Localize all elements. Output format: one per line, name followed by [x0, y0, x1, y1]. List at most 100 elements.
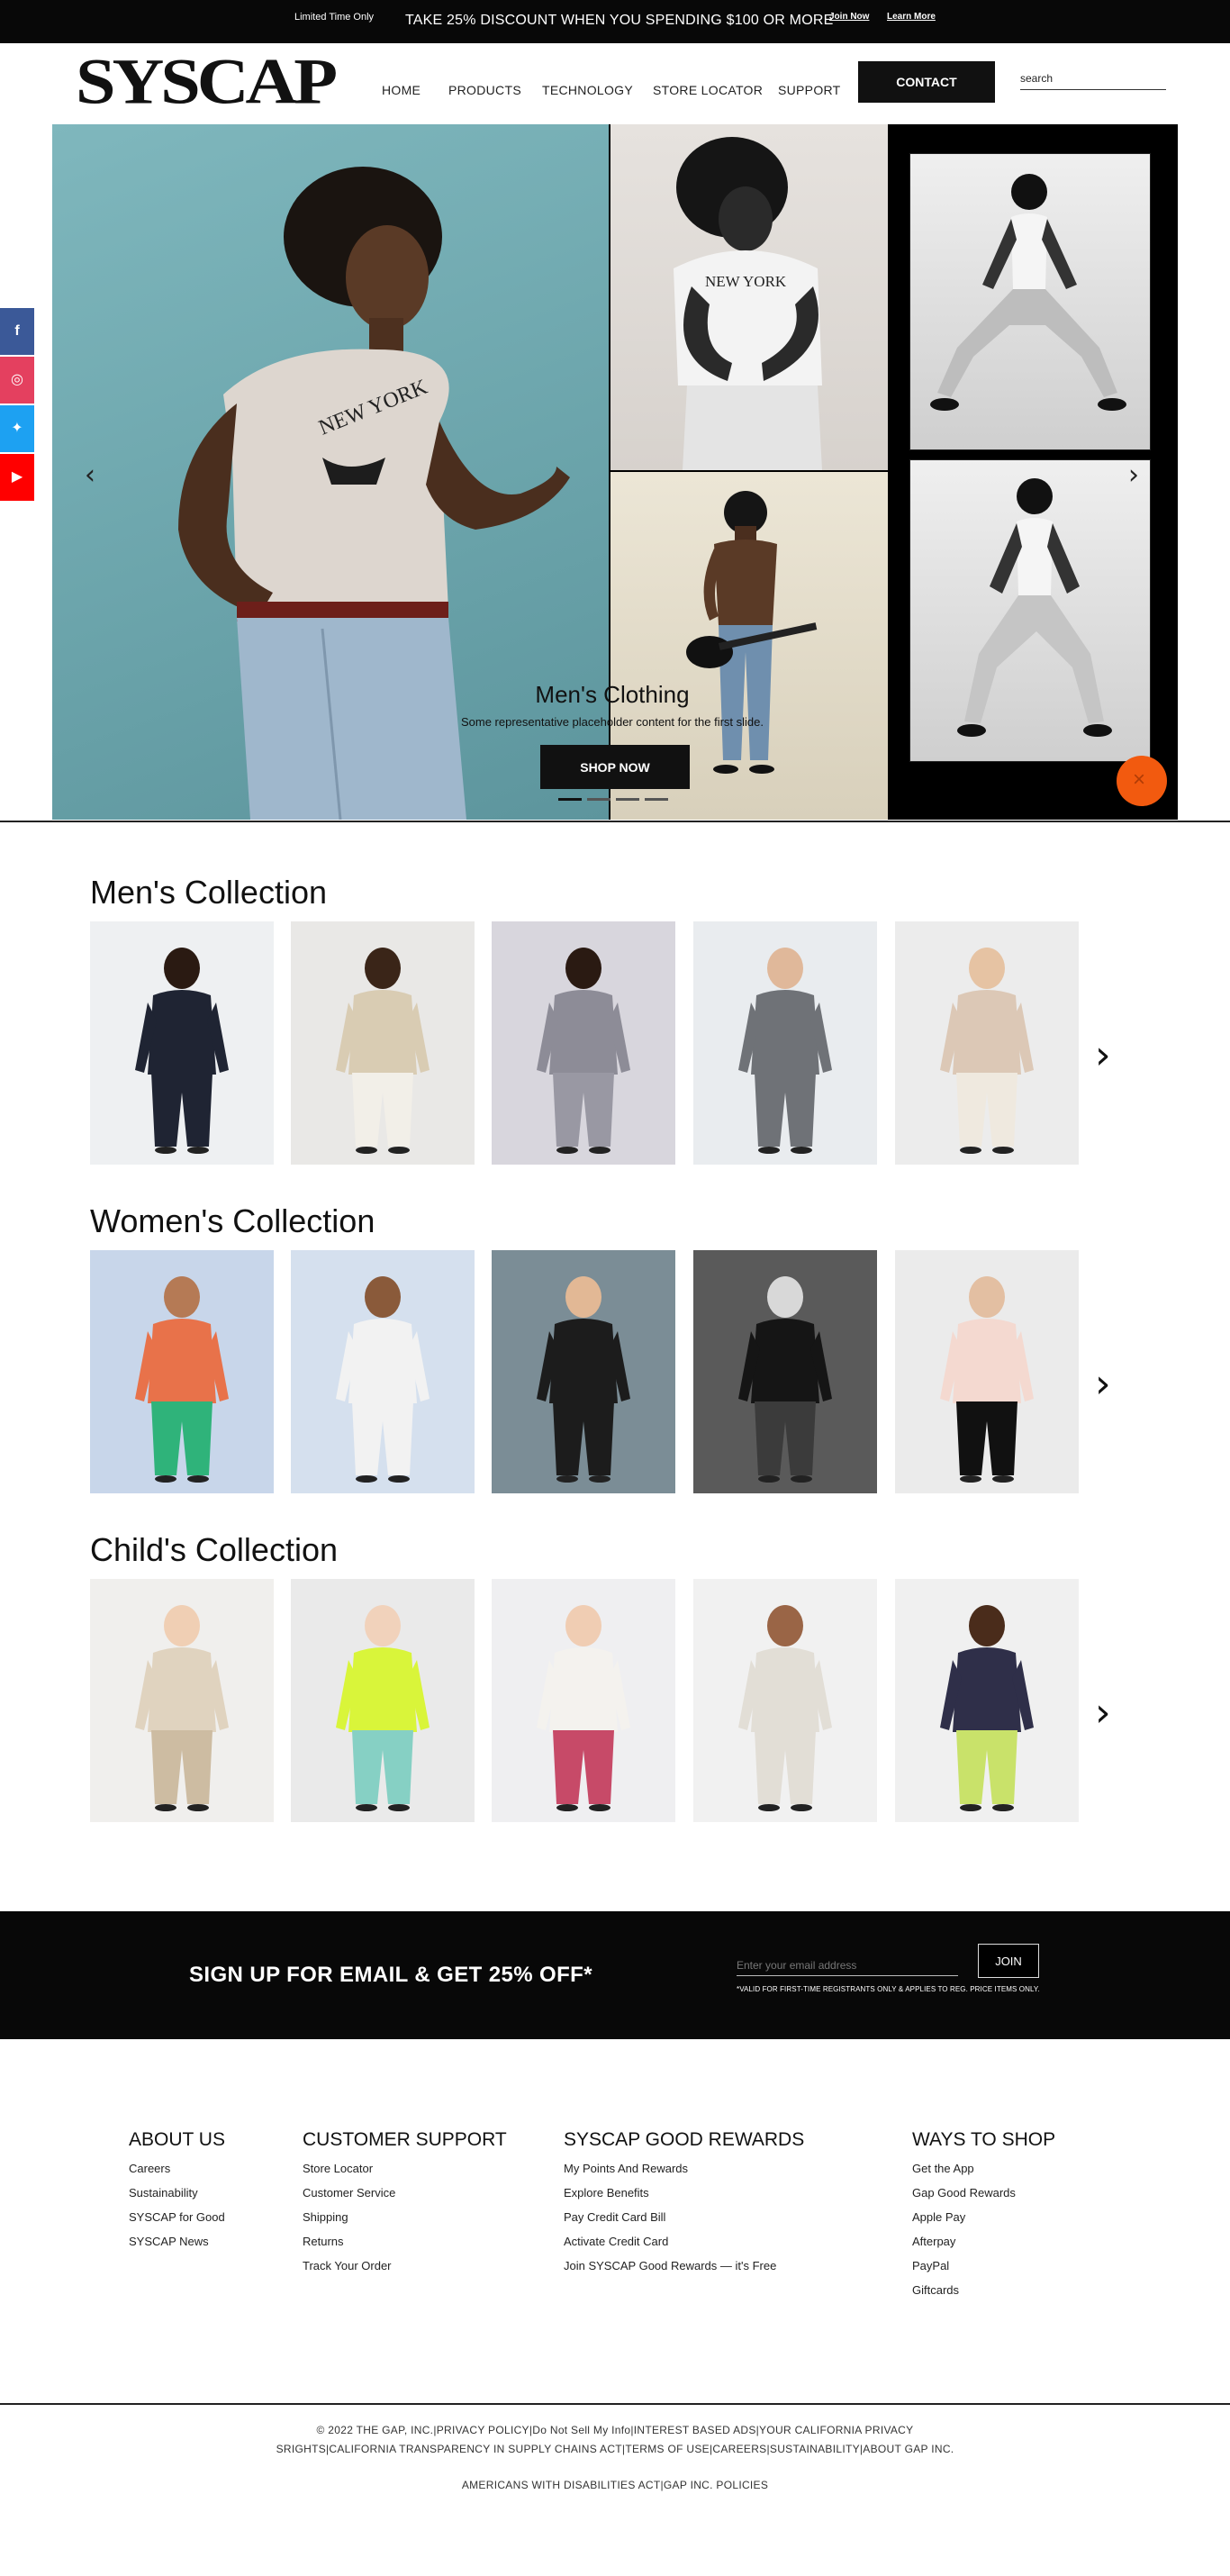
site-logo[interactable]: SYSCAP	[76, 49, 338, 115]
mens-collection-title: Men's Collection	[90, 874, 327, 911]
product-photo	[940, 948, 1034, 1154]
product-photo	[135, 948, 229, 1154]
carousel-indicator-1[interactable]	[558, 798, 582, 801]
footer-ways-link[interactable]: Gap Good Rewards	[912, 2186, 1016, 2200]
mens-product-card[interactable]	[693, 921, 877, 1165]
womens-product-card[interactable]	[492, 1250, 675, 1493]
womens-collection-next-icon[interactable]: ›	[1095, 1365, 1111, 1404]
footer-rewards-link[interactable]: Explore Benefits	[564, 2186, 649, 2200]
product-photo	[336, 948, 430, 1154]
facebook-icon[interactable]: f	[0, 308, 34, 355]
footer-ways-title: WAYS TO SHOP	[912, 2129, 1056, 2150]
promo-limited-text: Limited Time Only	[294, 12, 375, 23]
carousel-prev-icon[interactable]: ‹	[85, 459, 95, 491]
carousel-next-icon[interactable]: ›	[1128, 459, 1139, 491]
product-photo	[135, 1276, 229, 1483]
footer-about-title: ABOUT US	[129, 2129, 225, 2150]
promo-learn-link[interactable]: Learn More	[887, 12, 936, 22]
product-photo	[135, 1605, 229, 1811]
footer-ways-link[interactable]: Giftcards	[912, 2283, 959, 2297]
womens-collection-title: Women's Collection	[90, 1202, 375, 1239]
footer-support-link[interactable]: Returns	[303, 2235, 344, 2248]
legal-line-3[interactable]: AMERICANS WITH DISABILITIES ACT|GAP INC.…	[0, 2479, 1230, 2491]
close-icon: ×	[1133, 767, 1146, 792]
email-field[interactable]	[737, 1955, 958, 1976]
mens-product-card[interactable]	[895, 921, 1079, 1165]
promo-offer-text: TAKE 25% DISCOUNT WHEN YOU SPENDING $100…	[405, 13, 834, 28]
product-photo	[336, 1605, 430, 1811]
childs-product-card[interactable]	[90, 1579, 274, 1822]
hero-caption-title: Men's Clothing	[535, 681, 690, 708]
mens-product-card[interactable]	[90, 921, 274, 1165]
footer-support-link[interactable]: Store Locator	[303, 2162, 373, 2175]
footer-about-link[interactable]: Sustainability	[129, 2186, 198, 2200]
twitter-icon[interactable]: ✦	[0, 405, 34, 452]
footer-rewards-link[interactable]: Pay Credit Card Bill	[564, 2210, 665, 2224]
childs-product-card[interactable]	[895, 1579, 1079, 1822]
product-photo	[537, 1276, 630, 1483]
product-photo	[537, 948, 630, 1154]
childs-product-card[interactable]	[693, 1579, 877, 1822]
hero-caption-subtitle: Some representative placeholder content …	[460, 715, 764, 729]
childs-product-card[interactable]	[492, 1579, 675, 1822]
mens-product-card[interactable]	[492, 921, 675, 1165]
nav-store-locator[interactable]: STORE LOCATOR	[653, 83, 763, 97]
product-photo	[738, 1605, 832, 1811]
youtube-icon[interactable]: ▶	[0, 454, 34, 501]
hero-image-top-middle: NEW YORK	[610, 124, 888, 470]
footer-support-link[interactable]: Track Your Order	[303, 2259, 392, 2272]
carousel-indicator-2[interactable]	[587, 798, 610, 801]
hero-divider	[0, 821, 1230, 822]
product-photo	[336, 1276, 430, 1483]
footer-about-link[interactable]: SYSCAP News	[129, 2235, 209, 2248]
womens-product-card[interactable]	[895, 1250, 1079, 1493]
shop-now-button[interactable]: SHOP NOW	[540, 745, 690, 789]
womens-product-card[interactable]	[90, 1250, 274, 1493]
legal-line-1[interactable]: © 2022 THE GAP, INC.|PRIVACY POLICY|Do N…	[0, 2424, 1230, 2436]
site-header: SYSCAP HOME PRODUCTS TECHNOLOGY STORE LO…	[0, 43, 1230, 124]
footer-divider	[0, 2403, 1230, 2405]
signup-title: SIGN UP FOR EMAIL & GET 25% OFF*	[189, 1963, 592, 1987]
product-photo	[940, 1605, 1034, 1811]
product-photo	[940, 1276, 1034, 1483]
join-button[interactable]: JOIN	[978, 1944, 1039, 1978]
instagram-icon[interactable]: ◎	[0, 357, 34, 404]
product-photo	[738, 1276, 832, 1483]
product-photo	[537, 1605, 630, 1811]
search-input[interactable]	[1020, 67, 1166, 90]
carousel-indicator-3[interactable]	[616, 798, 639, 801]
womens-product-card[interactable]	[291, 1250, 475, 1493]
svg-text:NEW YORK: NEW YORK	[705, 273, 787, 290]
footer-rewards-title: SYSCAP GOOD REWARDS	[564, 2129, 805, 2150]
footer-support-link[interactable]: Shipping	[303, 2210, 348, 2224]
promo-bar: Limited Time Only TAKE 25% DISCOUNT WHEN…	[0, 0, 1230, 43]
mens-product-card[interactable]	[291, 921, 475, 1165]
footer-ways-link[interactable]: Afterpay	[912, 2235, 955, 2248]
childs-product-card[interactable]	[291, 1579, 475, 1822]
product-photo	[738, 948, 832, 1154]
nav-technology[interactable]: TECHNOLOGY	[542, 83, 633, 97]
footer-ways-link[interactable]: PayPal	[912, 2259, 949, 2272]
mens-collection-next-icon[interactable]: ›	[1095, 1036, 1111, 1075]
footer-rewards-link[interactable]: Activate Credit Card	[564, 2235, 668, 2248]
footer-ways-link[interactable]: Apple Pay	[912, 2210, 965, 2224]
childs-collection-next-icon[interactable]: ›	[1095, 1693, 1111, 1733]
contact-button[interactable]: CONTACT	[858, 61, 995, 103]
carousel-indicator-4[interactable]	[645, 798, 668, 801]
nav-home[interactable]: HOME	[382, 83, 421, 97]
womens-product-card[interactable]	[693, 1250, 877, 1493]
footer-support-link[interactable]: Customer Service	[303, 2186, 395, 2200]
footer-ways-link[interactable]: Get the App	[912, 2162, 974, 2175]
footer-rewards-link[interactable]: My Points And Rewards	[564, 2162, 688, 2175]
nav-products[interactable]: PRODUCTS	[448, 83, 521, 97]
footer-about-link[interactable]: SYSCAP for Good	[129, 2210, 225, 2224]
footer-about-link[interactable]: Careers	[129, 2162, 170, 2175]
childs-collection-title: Child's Collection	[90, 1531, 338, 1568]
promo-join-link[interactable]: Join Now	[829, 12, 869, 22]
nav-support[interactable]: SUPPORT	[778, 83, 841, 97]
floating-action-button[interactable]: ×	[1117, 756, 1167, 806]
legal-line-2[interactable]: SRIGHTS|CALIFORNIA TRANSPARENCY IN SUPPL…	[0, 2443, 1230, 2455]
footer-support-title: CUSTOMER SUPPORT	[303, 2129, 507, 2150]
footer-rewards-link[interactable]: Join SYSCAP Good Rewards — it's Free	[564, 2259, 776, 2272]
email-signup-banner: SIGN UP FOR EMAIL & GET 25% OFF* JOIN *V…	[0, 1911, 1230, 2039]
